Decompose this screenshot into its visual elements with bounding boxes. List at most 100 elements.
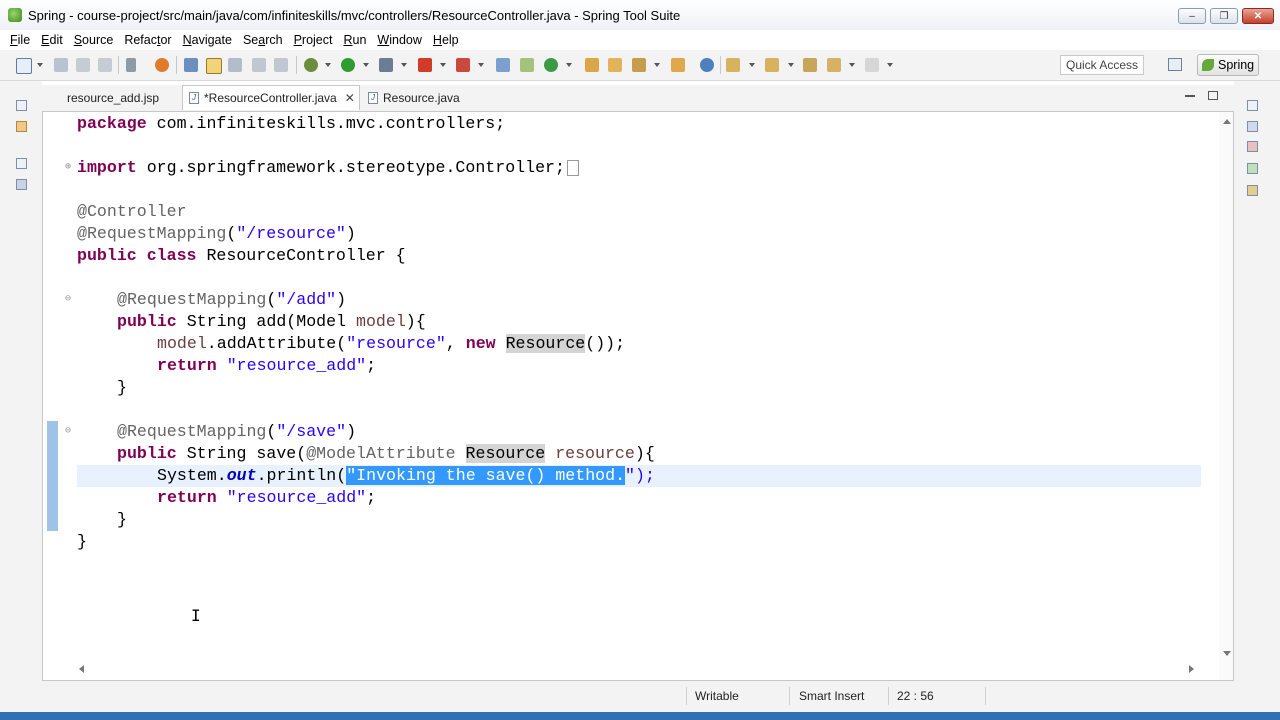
close-button[interactable]: ✕	[1242, 8, 1274, 24]
show-whitespace-icon[interactable]	[252, 58, 266, 72]
debug-dropdown-icon[interactable]	[325, 63, 331, 67]
new-class-dropdown-icon[interactable]	[566, 63, 572, 67]
code-line: @Controller	[77, 202, 187, 221]
forward-icon[interactable]	[865, 58, 879, 72]
status-separator	[789, 687, 790, 705]
web-browser-icon[interactable]	[700, 58, 714, 72]
new-icon[interactable]	[16, 58, 32, 74]
spring-perspective-label: Spring	[1218, 58, 1255, 72]
external-tools-dropdown-icon[interactable]	[401, 63, 407, 67]
vertical-ruler	[43, 112, 59, 680]
vertical-scrollbar[interactable]	[1221, 112, 1233, 662]
server-icon[interactable]	[456, 58, 470, 72]
search-icon[interactable]	[632, 58, 646, 72]
open-task-icon[interactable]	[608, 58, 622, 72]
new-dropdown-icon[interactable]	[37, 63, 43, 67]
code-line: @RequestMapping("/save")	[117, 422, 357, 441]
external-tools-icon[interactable]	[379, 58, 393, 72]
maximize-button[interactable]: ❐	[1210, 8, 1238, 24]
menu-file[interactable]: File	[10, 33, 30, 47]
folded-code-box[interactable]	[566, 159, 579, 176]
tab-resource-controller[interactable]: J *ResourceController.java ✕	[182, 85, 360, 110]
scroll-up-icon[interactable]	[1223, 119, 1231, 124]
tab-resource-add-jsp[interactable]: resource_add.jsp	[50, 85, 159, 110]
menu-run[interactable]: Run	[343, 33, 366, 47]
code-line: public class ResourceController {	[77, 246, 406, 265]
previous-annotation-icon[interactable]	[765, 58, 779, 72]
code-line: @RequestMapping("/resource")	[77, 224, 356, 243]
toggle-word-wrap-icon[interactable]	[274, 58, 288, 72]
run-icon[interactable]	[341, 58, 355, 72]
menu-refactor[interactable]: Refactor	[124, 33, 171, 47]
mark-occurrences-icon[interactable]	[206, 58, 222, 74]
cursor-position-status: 22 : 56	[897, 689, 934, 703]
menu-window[interactable]: Window	[377, 33, 421, 47]
next-annotation-icon[interactable]	[726, 58, 740, 72]
open-folder-icon[interactable]	[585, 58, 599, 72]
package-explorer-icon[interactable]	[16, 121, 27, 132]
code-line: @RequestMapping("/add")	[117, 290, 347, 309]
snippets-icon[interactable]	[1247, 185, 1258, 196]
forward-dropdown-icon[interactable]	[887, 63, 893, 67]
selected-text: "Invoking the save() method.	[346, 466, 626, 485]
stop-icon[interactable]	[418, 58, 432, 72]
new-class-icon[interactable]	[544, 58, 558, 72]
menu-search[interactable]: Search	[243, 33, 283, 47]
stop-dropdown-icon[interactable]	[440, 63, 446, 67]
toolbar-separator	[118, 56, 119, 74]
menu-source[interactable]: Source	[74, 33, 114, 47]
scroll-left-icon[interactable]	[79, 665, 84, 673]
print-icon[interactable]	[98, 58, 112, 72]
skip-breakpoints-icon[interactable]	[126, 58, 136, 72]
window-bottom-border	[0, 712, 1280, 720]
menu-project[interactable]: Project	[294, 33, 333, 47]
close-icon[interactable]: ✕	[345, 91, 355, 105]
menu-navigate[interactable]: Navigate	[183, 33, 232, 47]
quick-access-input[interactable]: Quick Access	[1060, 55, 1144, 75]
debug-icon[interactable]	[304, 58, 318, 72]
tab-resource-java[interactable]: J Resource.java	[368, 85, 460, 110]
spring-boot-dashboard-icon[interactable]	[155, 58, 169, 72]
back-icon[interactable]	[827, 58, 841, 72]
horizontal-scrollbar[interactable]	[71, 662, 1221, 676]
open-type-icon[interactable]	[184, 58, 198, 72]
collapse-fold-icon[interactable]: ⊖	[65, 425, 71, 436]
servers-icon[interactable]	[1247, 163, 1258, 174]
code-line: return "resource_add";	[157, 488, 377, 507]
spring-explorer-icon[interactable]	[1247, 141, 1258, 152]
toggle-block-selection-icon[interactable]	[228, 58, 242, 72]
new-package-icon[interactable]	[520, 58, 534, 72]
previous-annotation-dropdown-icon[interactable]	[788, 63, 794, 67]
save-all-icon[interactable]	[76, 58, 90, 72]
scroll-down-icon[interactable]	[1223, 651, 1231, 656]
open-perspective-icon[interactable]	[1168, 58, 1182, 71]
restore-icon[interactable]	[16, 158, 27, 169]
new-java-project-icon[interactable]	[496, 58, 510, 72]
maximize-editor-icon[interactable]	[1208, 91, 1218, 100]
last-edit-location-icon[interactable]	[803, 58, 817, 72]
menu-edit[interactable]: Edit	[41, 33, 63, 47]
restore-icon[interactable]	[1247, 100, 1258, 111]
expand-fold-icon[interactable]: ⊕	[65, 161, 71, 172]
next-annotation-dropdown-icon[interactable]	[749, 63, 755, 67]
search-dropdown-icon[interactable]	[654, 63, 660, 67]
minimize-button[interactable]: –	[1178, 8, 1206, 24]
menu-help[interactable]: Help	[433, 33, 459, 47]
server-dropdown-icon[interactable]	[478, 63, 484, 67]
spring-perspective-button[interactable]: Spring	[1197, 54, 1259, 76]
tab-label: *ResourceController.java	[204, 91, 337, 105]
outline-icon[interactable]	[16, 179, 27, 190]
collapse-fold-icon[interactable]: ⊖	[65, 293, 71, 304]
run-dropdown-icon[interactable]	[363, 63, 369, 67]
minimize-editor-icon[interactable]	[1185, 95, 1195, 97]
open-resource-icon[interactable]	[671, 58, 685, 72]
scroll-right-icon[interactable]	[1189, 665, 1194, 673]
restore-icon[interactable]	[16, 100, 27, 111]
save-icon[interactable]	[54, 58, 68, 72]
code-editor[interactable]: ⊕ ⊖ ⊖ package com.infiniteskills.mvc.con…	[42, 111, 1234, 681]
window-controls: – ❐ ✕	[1178, 8, 1274, 24]
insert-mode-status[interactable]: Smart Insert	[799, 689, 864, 703]
task-list-icon[interactable]	[1247, 121, 1258, 132]
back-dropdown-icon[interactable]	[849, 63, 855, 67]
right-trim-bar	[1234, 81, 1280, 681]
